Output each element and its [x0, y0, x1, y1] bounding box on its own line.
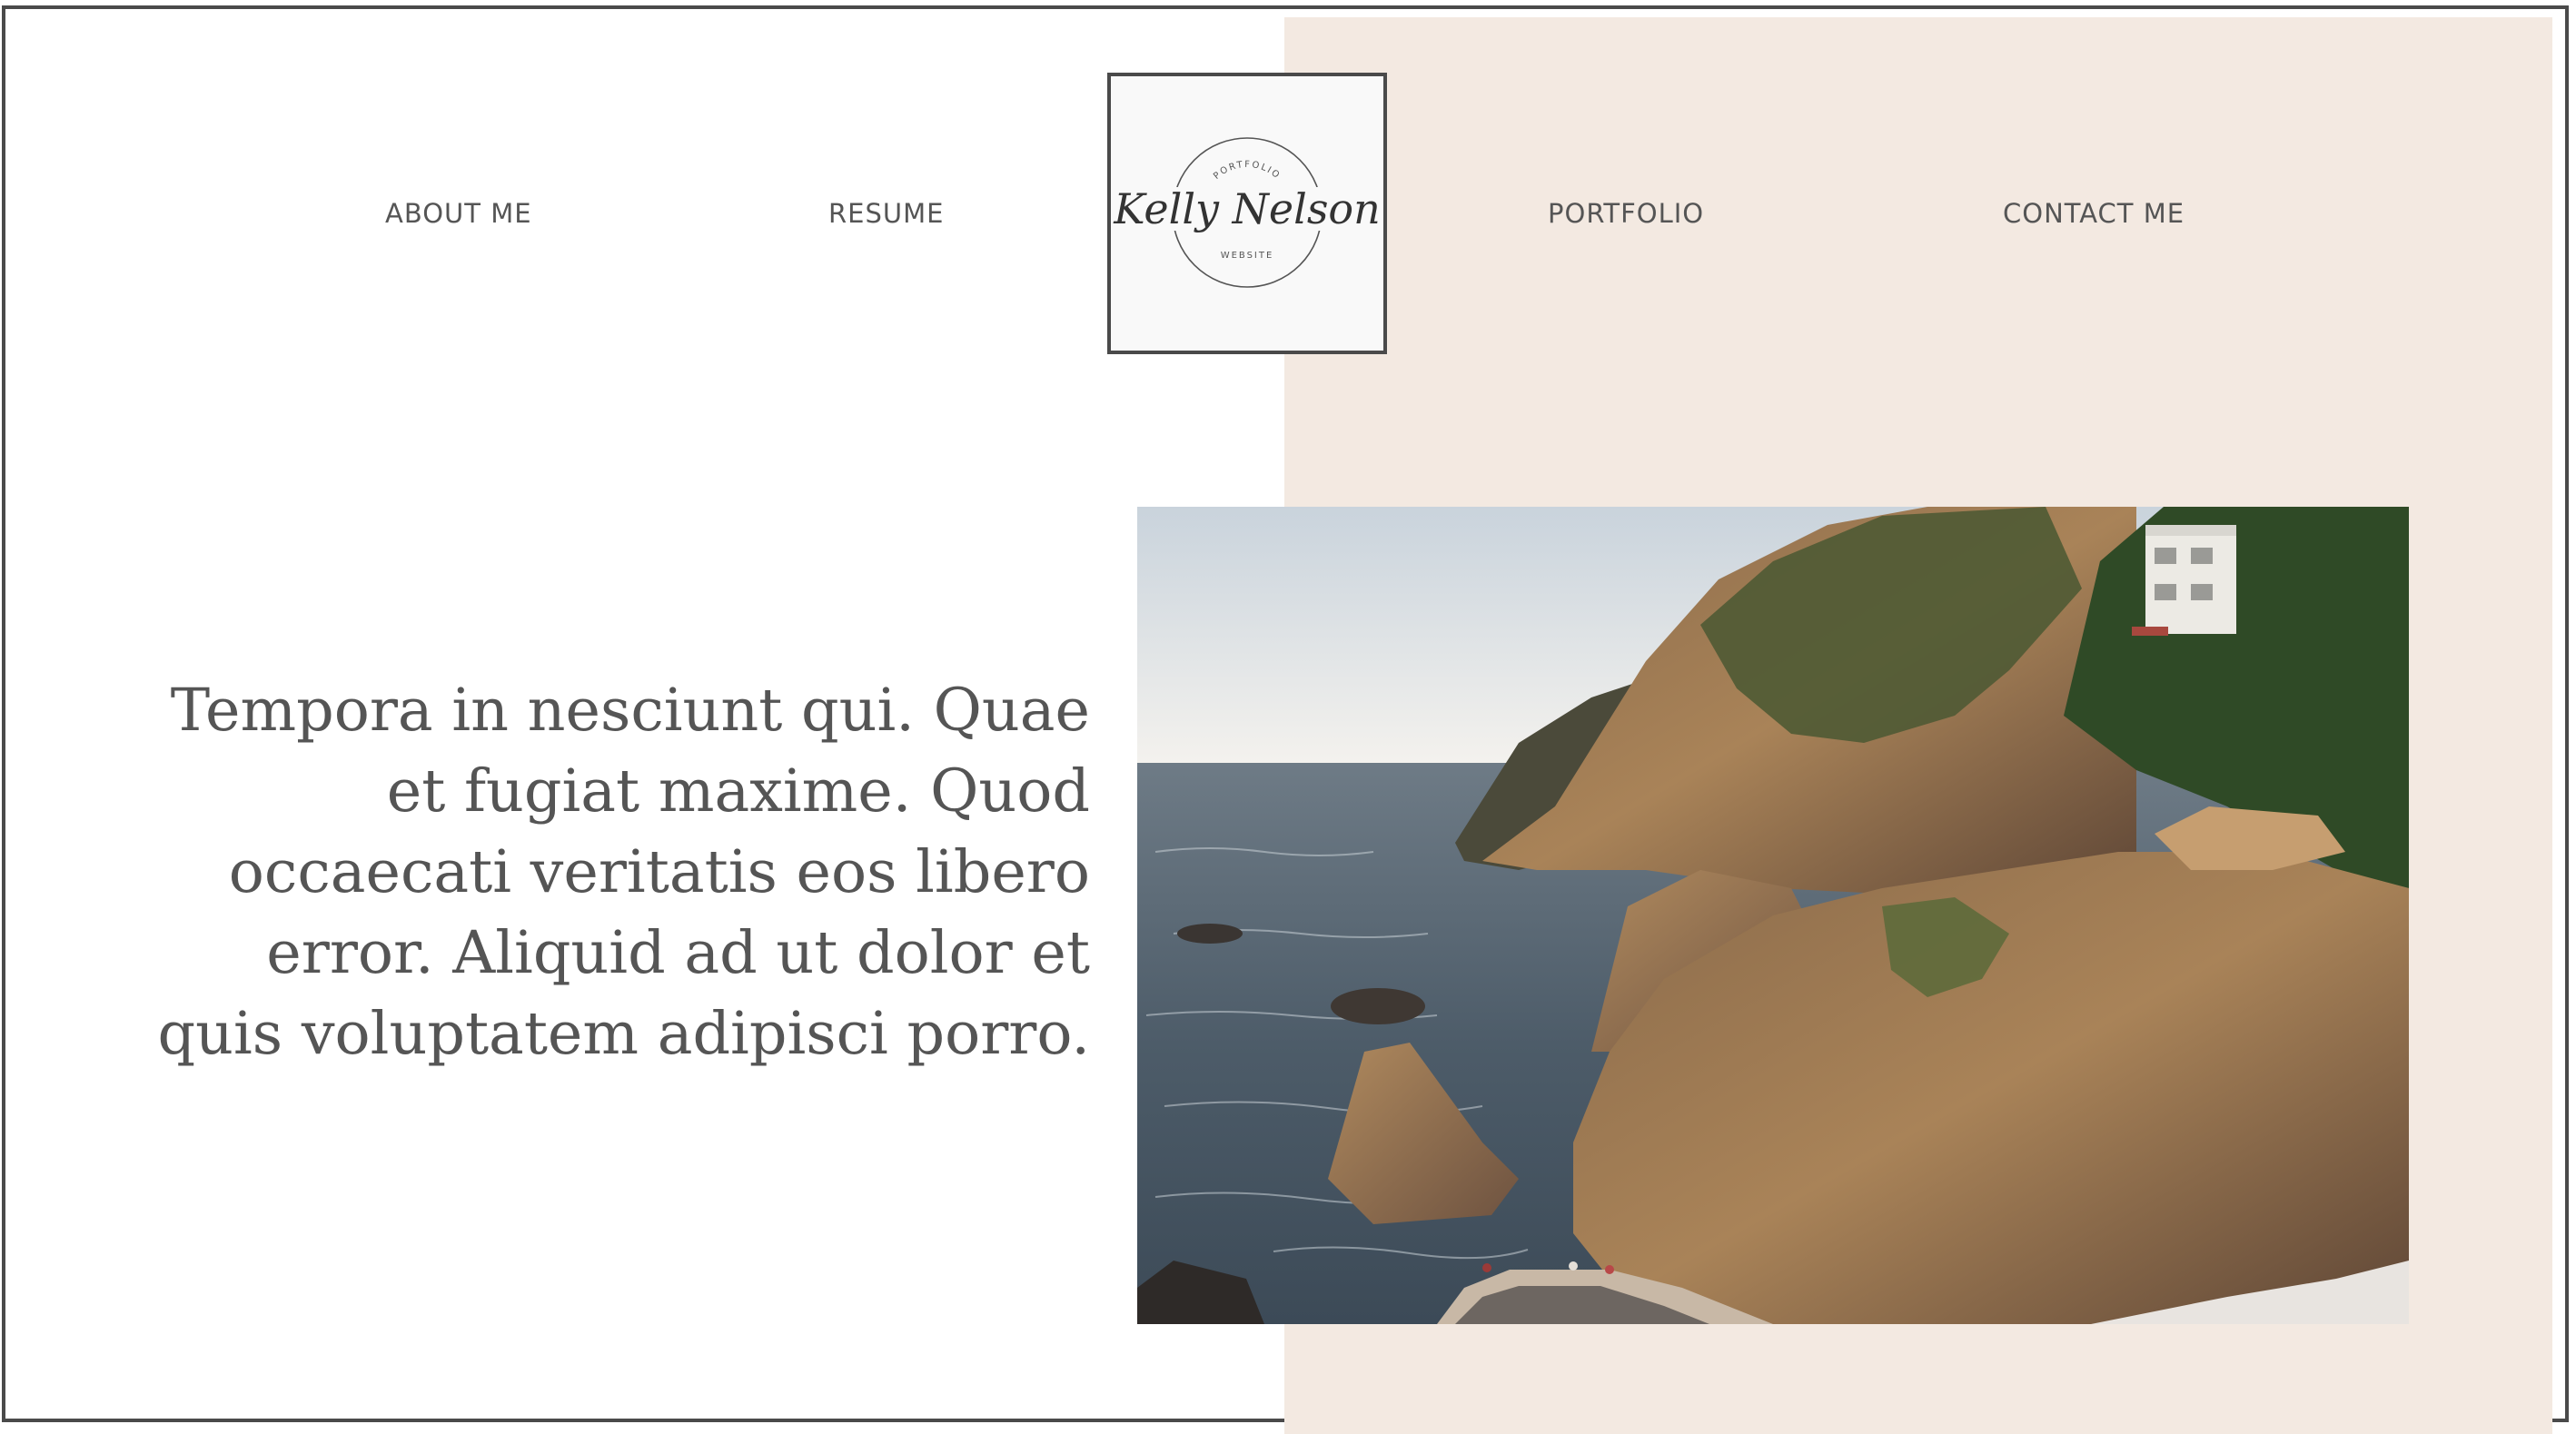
logo-name: Kelly Nelson: [1113, 184, 1381, 233]
logo-top-text: PORTFOLIO: [1212, 160, 1283, 182]
small-rock: [1331, 988, 1425, 1024]
nav-link-portfolio[interactable]: PORTFOLIO: [1548, 198, 1704, 229]
nav-link-contact-me[interactable]: CONTACT ME: [2003, 198, 2185, 229]
logo-bottom-text: WEBSITE: [1221, 251, 1274, 261]
nav-link-resume[interactable]: RESUME: [828, 198, 944, 229]
hero-photo: [1137, 507, 2409, 1324]
small-rock: [1177, 924, 1243, 944]
nav-link-about-me[interactable]: ABOUT ME: [385, 198, 532, 229]
logo-emblem: PORTFOLIO Kelly Nelson WEBSITE: [1113, 137, 1381, 288]
coastal-cliffs-image: [1137, 507, 2409, 1324]
white-building: [2145, 525, 2236, 634]
site-logo[interactable]: PORTFOLIO Kelly Nelson WEBSITE: [1107, 73, 1387, 354]
hero-quote: Tempora in nesciunt qui. Quae et fugiat …: [157, 677, 1090, 1068]
